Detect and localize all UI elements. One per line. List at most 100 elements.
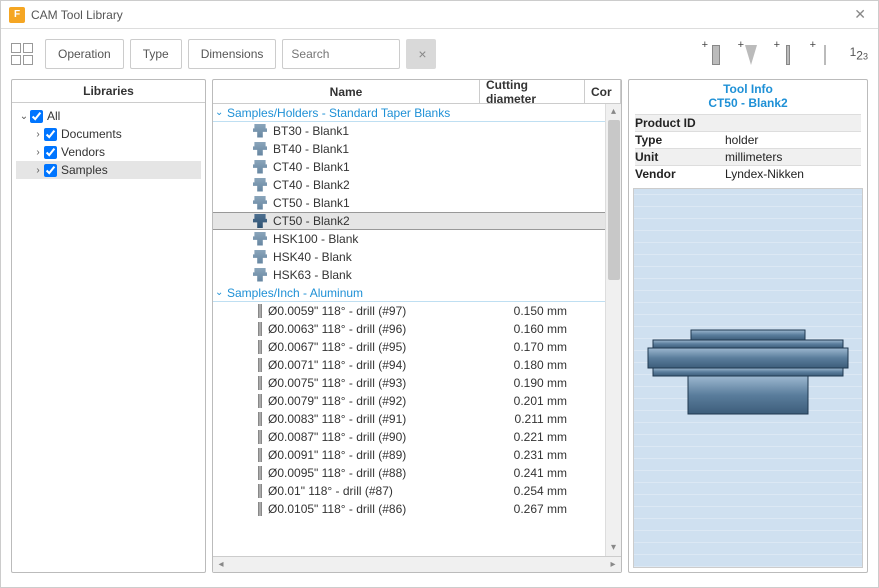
tree-item-label: Vendors: [61, 145, 105, 159]
chevron-right-icon[interactable]: ›: [32, 129, 44, 140]
row-name: Ø0.01" 118° - drill (#87): [268, 484, 475, 498]
table-row[interactable]: CT50 - Blank1: [213, 194, 605, 212]
scroll-left-icon[interactable]: ◂: [213, 559, 229, 570]
drill-icon: [258, 502, 262, 516]
drill-icon: [258, 358, 262, 372]
holder-icon: [253, 142, 267, 156]
table-row[interactable]: CT40 - Blank1: [213, 158, 605, 176]
row-name: CT50 - Blank2: [273, 214, 475, 228]
type-filter-button[interactable]: Type: [130, 39, 182, 69]
row-cutting-diameter: 0.221 mm: [475, 430, 575, 444]
info-key: Product ID: [635, 116, 725, 130]
search-input[interactable]: [282, 39, 400, 69]
view-grid-icon[interactable]: [11, 43, 33, 65]
info-value: [725, 116, 861, 130]
add-holder-icon[interactable]: +: [742, 41, 764, 67]
holder-icon: [253, 268, 267, 282]
toolbar: Operation Type Dimensions × + + + + 123: [1, 29, 878, 79]
tree-item-all[interactable]: ⌄ All: [16, 107, 201, 125]
scroll-thumb[interactable]: [608, 120, 620, 280]
tree-item-label: Samples: [61, 163, 108, 177]
dimensions-filter-button[interactable]: Dimensions: [188, 39, 277, 69]
table-row[interactable]: CT50 - Blank2: [213, 212, 605, 230]
table-row[interactable]: Ø0.0063" 118° - drill (#96)0.160 mm: [213, 320, 605, 338]
row-name: HSK40 - Blank: [273, 250, 475, 264]
add-probe-icon[interactable]: +: [814, 41, 836, 67]
holder-preview-icon: [643, 318, 853, 438]
table-row[interactable]: Ø0.0105" 118° - drill (#86)0.267 mm: [213, 500, 605, 518]
checkbox-documents[interactable]: [44, 128, 57, 141]
row-name: Ø0.0087" 118° - drill (#90): [268, 430, 475, 444]
table-row[interactable]: Ø0.01" 118° - drill (#87)0.254 mm: [213, 482, 605, 500]
column-name[interactable]: Name: [213, 80, 480, 103]
tree-item-samples[interactable]: › Samples: [16, 161, 201, 179]
table-row[interactable]: BT40 - Blank1: [213, 140, 605, 158]
holder-icon: [253, 250, 267, 264]
chevron-right-icon[interactable]: ›: [32, 147, 44, 158]
clear-search-button[interactable]: ×: [406, 39, 436, 69]
group-label: Samples/Inch - Aluminum: [227, 286, 363, 300]
column-cutting-diameter[interactable]: Cutting diameter: [480, 80, 585, 103]
vertical-scrollbar[interactable]: ▴ ▾: [605, 104, 621, 556]
table-row[interactable]: Ø0.0087" 118° - drill (#90)0.221 mm: [213, 428, 605, 446]
holder-icon: [253, 160, 267, 174]
add-endmill-icon[interactable]: +: [706, 41, 728, 67]
table-row[interactable]: Ø0.0091" 118° - drill (#89)0.231 mm: [213, 446, 605, 464]
operation-filter-button[interactable]: Operation: [45, 39, 124, 69]
scroll-down-icon[interactable]: ▾: [606, 540, 621, 556]
table-row[interactable]: Ø0.0071" 118° - drill (#94)0.180 mm: [213, 356, 605, 374]
libraries-header: Libraries: [12, 80, 205, 103]
table-row[interactable]: Ø0.0059" 118° - drill (#97)0.150 mm: [213, 302, 605, 320]
horizontal-scrollbar[interactable]: ◂ ▸: [213, 556, 621, 572]
info-row: Unitmillimeters: [635, 148, 861, 165]
checkbox-samples[interactable]: [44, 164, 57, 177]
row-cutting-diameter: 0.267 mm: [475, 502, 575, 516]
table-row[interactable]: Ø0.0083" 118° - drill (#91)0.211 mm: [213, 410, 605, 428]
close-icon[interactable]: ✕: [850, 6, 870, 23]
info-row: VendorLyndex-Nikken: [635, 165, 861, 182]
table-row[interactable]: HSK40 - Blank: [213, 248, 605, 266]
row-cutting-diameter: 0.170 mm: [475, 340, 575, 354]
drill-icon: [258, 430, 262, 444]
row-cutting-diameter: 0.160 mm: [475, 322, 575, 336]
table-row[interactable]: Ø0.0067" 118° - drill (#95)0.170 mm: [213, 338, 605, 356]
table-row[interactable]: Ø0.0079" 118° - drill (#92)0.201 mm: [213, 392, 605, 410]
chevron-down-icon[interactable]: ⌄: [18, 111, 30, 122]
checkbox-vendors[interactable]: [44, 146, 57, 159]
drill-icon: [258, 394, 262, 408]
info-value: millimeters: [725, 150, 861, 164]
table-body: ⌄Samples/Holders - Standard Taper Blanks…: [213, 104, 621, 556]
row-name: BT30 - Blank1: [273, 124, 475, 138]
renumber-icon[interactable]: 123: [850, 45, 868, 62]
chevron-down-icon[interactable]: ⌄: [215, 107, 227, 118]
tree-item-vendors[interactable]: › Vendors: [16, 143, 201, 161]
chevron-down-icon[interactable]: ⌄: [215, 287, 227, 298]
drill-icon: [258, 322, 262, 336]
row-name: Ø0.0091" 118° - drill (#89): [268, 448, 475, 462]
row-cutting-diameter: 0.211 mm: [475, 412, 575, 426]
row-name: Ø0.0059" 118° - drill (#97): [268, 304, 475, 318]
row-cutting-diameter: 0.180 mm: [475, 358, 575, 372]
add-drill-icon[interactable]: +: [778, 41, 800, 67]
table-row[interactable]: CT40 - Blank2: [213, 176, 605, 194]
row-cutting-diameter: 0.254 mm: [475, 484, 575, 498]
holder-icon: [253, 232, 267, 246]
drill-icon: [258, 340, 262, 354]
chevron-right-icon[interactable]: ›: [32, 165, 44, 176]
scroll-right-icon[interactable]: ▸: [605, 559, 621, 570]
scroll-up-icon[interactable]: ▴: [606, 104, 621, 120]
table-row[interactable]: HSK63 - Blank: [213, 266, 605, 284]
column-corner[interactable]: Cor: [585, 80, 621, 103]
info-key: Vendor: [635, 167, 725, 181]
table-row[interactable]: Ø0.0075" 118° - drill (#93)0.190 mm: [213, 374, 605, 392]
tree-item-documents[interactable]: ›Documents: [16, 125, 201, 143]
row-name: Ø0.0071" 118° - drill (#94): [268, 358, 475, 372]
table-row[interactable]: BT30 - Blank1: [213, 122, 605, 140]
group-row[interactable]: ⌄Samples/Inch - Aluminum: [213, 284, 605, 302]
table-row[interactable]: HSK100 - Blank: [213, 230, 605, 248]
checkbox-all[interactable]: [30, 110, 43, 123]
row-cutting-diameter: 0.190 mm: [475, 376, 575, 390]
table-row[interactable]: Ø0.0095" 118° - drill (#88)0.241 mm: [213, 464, 605, 482]
group-row[interactable]: ⌄Samples/Holders - Standard Taper Blanks: [213, 104, 605, 122]
row-name: Ø0.0105" 118° - drill (#86): [268, 502, 475, 516]
